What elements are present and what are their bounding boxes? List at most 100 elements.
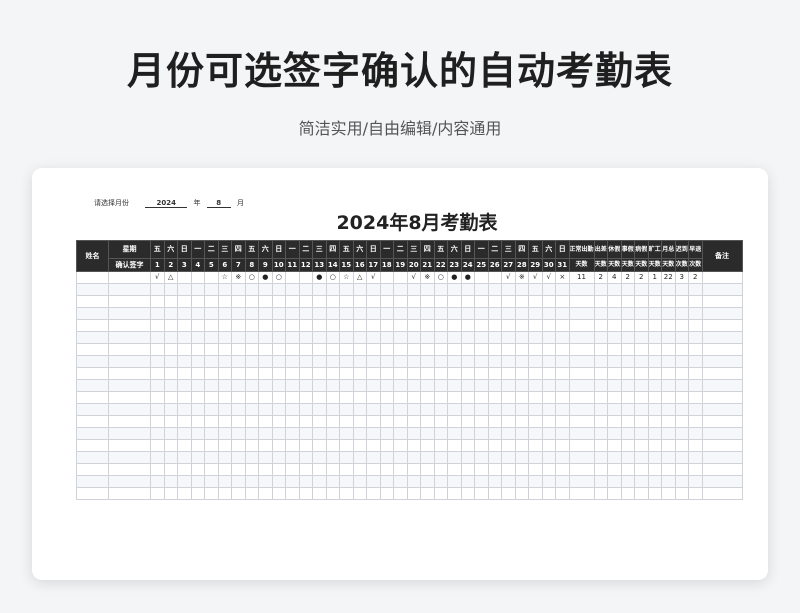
empty-cell[interactable] (487, 439, 502, 452)
empty-cell[interactable] (433, 487, 448, 500)
empty-cell[interactable] (487, 307, 502, 320)
empty-cell[interactable] (568, 403, 595, 416)
empty-cell[interactable] (688, 295, 703, 308)
empty-cell[interactable] (393, 475, 408, 488)
empty-cell[interactable] (231, 295, 246, 308)
empty-cell[interactable] (555, 343, 570, 356)
empty-cell[interactable] (379, 343, 394, 356)
empty-cell[interactable] (634, 319, 649, 332)
empty-cell[interactable] (379, 451, 394, 464)
empty-cell[interactable] (312, 427, 327, 440)
empty-cell[interactable] (285, 307, 300, 320)
empty-cell[interactable] (366, 391, 381, 404)
empty-cell[interactable] (379, 295, 394, 308)
empty-cell[interactable] (688, 487, 703, 500)
empty-cell[interactable] (406, 379, 421, 392)
empty-cell[interactable] (258, 475, 273, 488)
empty-cell[interactable] (177, 487, 192, 500)
empty-cell[interactable] (514, 487, 529, 500)
empty-cell[interactable] (674, 427, 689, 440)
empty-cell[interactable] (366, 307, 381, 320)
empty-cell[interactable] (298, 379, 313, 392)
empty-cell[interactable] (433, 283, 448, 296)
empty-cell[interactable] (555, 307, 570, 320)
empty-cell[interactable] (501, 487, 516, 500)
empty-cell[interactable] (285, 475, 300, 488)
empty-cell[interactable] (701, 295, 743, 308)
empty-cell[interactable] (108, 307, 151, 320)
empty-cell[interactable] (406, 343, 421, 356)
empty-cell[interactable] (108, 475, 151, 488)
day-mark-cell[interactable]: × (555, 271, 570, 284)
empty-cell[interactable] (393, 427, 408, 440)
empty-cell[interactable] (163, 427, 178, 440)
empty-cell[interactable] (607, 319, 622, 332)
empty-cell[interactable] (217, 283, 232, 296)
empty-cell[interactable] (271, 463, 286, 476)
empty-cell[interactable] (420, 463, 435, 476)
empty-cell[interactable] (204, 403, 219, 416)
empty-cell[interactable] (593, 439, 608, 452)
empty-cell[interactable] (634, 331, 649, 344)
empty-cell[interactable] (661, 343, 676, 356)
empty-cell[interactable] (501, 319, 516, 332)
empty-cell[interactable] (76, 355, 109, 368)
empty-cell[interactable] (460, 463, 475, 476)
empty-cell[interactable] (366, 295, 381, 308)
empty-cell[interactable] (420, 439, 435, 452)
day-mark-cell[interactable]: √ (366, 271, 381, 284)
empty-cell[interactable] (528, 427, 543, 440)
empty-cell[interactable] (285, 415, 300, 428)
empty-cell[interactable] (150, 379, 165, 392)
empty-cell[interactable] (501, 379, 516, 392)
empty-cell[interactable] (325, 319, 340, 332)
empty-cell[interactable] (285, 451, 300, 464)
empty-cell[interactable] (674, 283, 689, 296)
empty-cell[interactable] (231, 367, 246, 380)
empty-cell[interactable] (541, 475, 556, 488)
empty-cell[interactable] (487, 295, 502, 308)
empty-cell[interactable] (688, 403, 703, 416)
empty-cell[interactable] (379, 391, 394, 404)
empty-cell[interactable] (514, 367, 529, 380)
empty-cell[interactable] (701, 403, 743, 416)
empty-cell[interactable] (163, 475, 178, 488)
empty-cell[interactable] (701, 343, 743, 356)
empty-cell[interactable] (593, 319, 608, 332)
empty-cell[interactable] (647, 475, 662, 488)
empty-cell[interactable] (474, 451, 489, 464)
empty-cell[interactable] (312, 343, 327, 356)
empty-cell[interactable] (541, 439, 556, 452)
empty-cell[interactable] (433, 451, 448, 464)
empty-cell[interactable] (661, 487, 676, 500)
empty-cell[interactable] (108, 319, 151, 332)
empty-cell[interactable] (674, 367, 689, 380)
empty-cell[interactable] (460, 391, 475, 404)
day-mark-cell[interactable]: ○ (325, 271, 340, 284)
empty-cell[interactable] (555, 475, 570, 488)
empty-cell[interactable] (541, 487, 556, 500)
empty-cell[interactable] (150, 367, 165, 380)
empty-cell[interactable] (701, 355, 743, 368)
empty-cell[interactable] (231, 475, 246, 488)
empty-cell[interactable] (514, 283, 529, 296)
empty-cell[interactable] (312, 283, 327, 296)
empty-cell[interactable] (271, 415, 286, 428)
empty-cell[interactable] (177, 439, 192, 452)
empty-cell[interactable] (163, 319, 178, 332)
empty-cell[interactable] (688, 367, 703, 380)
empty-cell[interactable] (379, 331, 394, 344)
empty-cell[interactable] (366, 427, 381, 440)
empty-cell[interactable] (177, 331, 192, 344)
empty-cell[interactable] (366, 343, 381, 356)
empty-cell[interactable] (555, 439, 570, 452)
empty-cell[interactable] (406, 283, 421, 296)
empty-cell[interactable] (447, 439, 462, 452)
empty-cell[interactable] (298, 451, 313, 464)
empty-cell[interactable] (487, 475, 502, 488)
empty-cell[interactable] (204, 367, 219, 380)
empty-cell[interactable] (607, 475, 622, 488)
empty-cell[interactable] (528, 295, 543, 308)
empty-cell[interactable] (258, 331, 273, 344)
empty-cell[interactable] (514, 403, 529, 416)
